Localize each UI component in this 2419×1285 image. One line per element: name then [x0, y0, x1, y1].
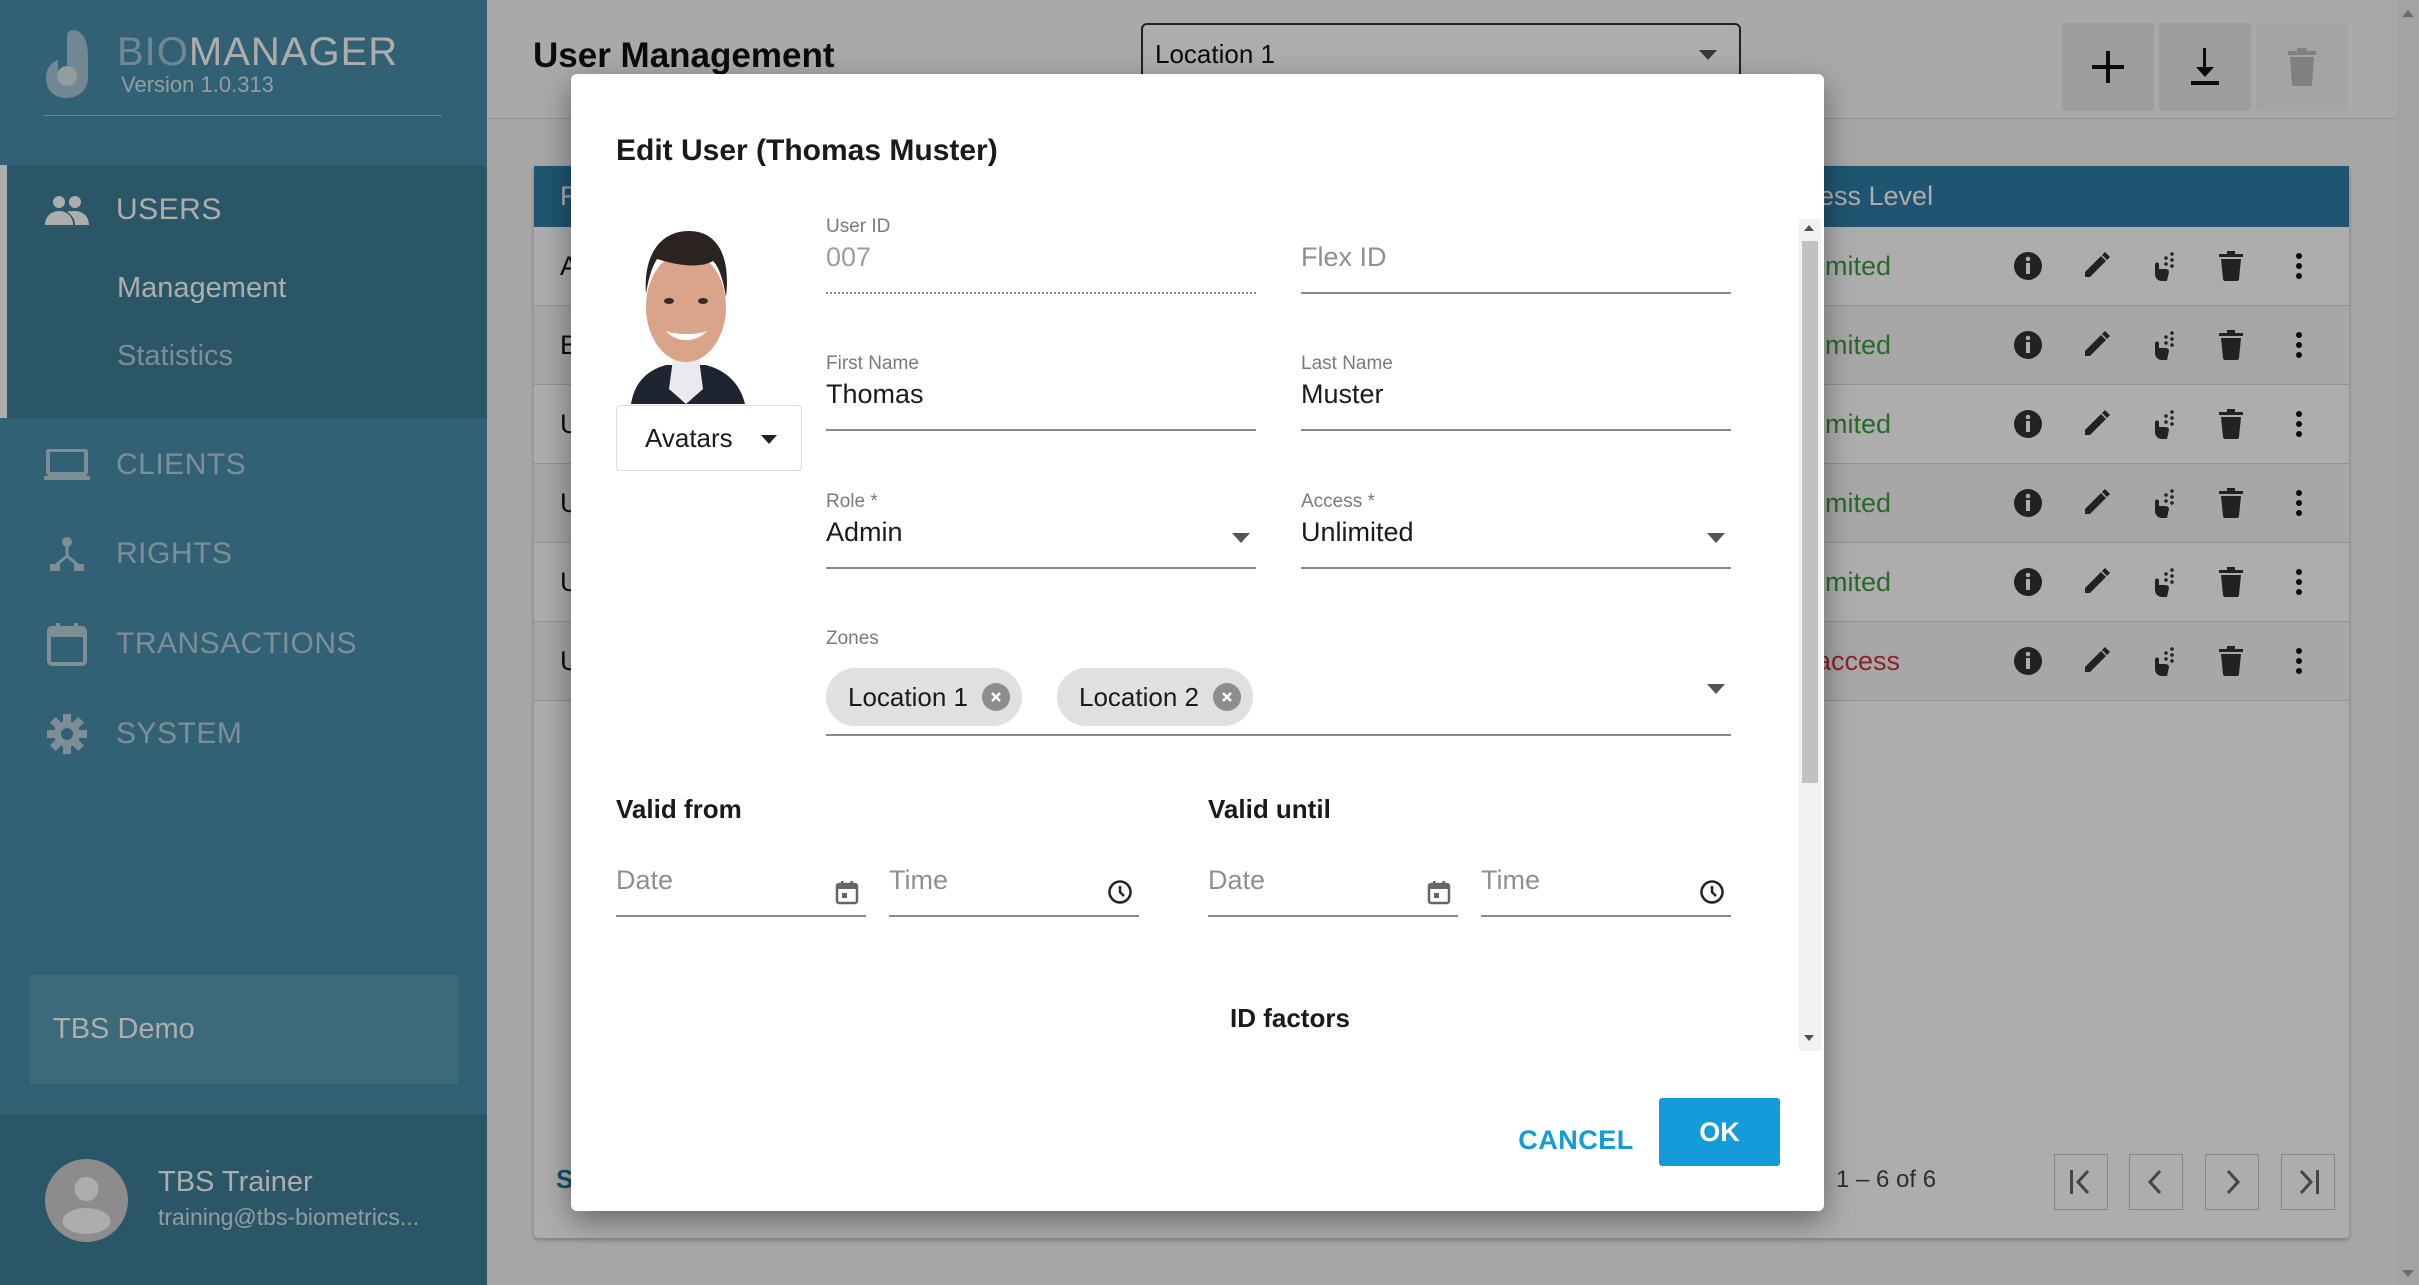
- zone-chip: Location 1: [826, 668, 1022, 726]
- access-underline: [1301, 567, 1731, 569]
- chevron-down-icon: [1707, 533, 1725, 543]
- remove-chip-icon[interactable]: [1212, 683, 1241, 711]
- user-id-field: User ID 007: [826, 216, 1256, 294]
- zones-label: Zones: [826, 628, 879, 649]
- zone-chip-label: Location 2: [1079, 681, 1199, 712]
- zone-chip-label: Location 1: [848, 681, 968, 712]
- first-name-value: Thomas: [826, 379, 924, 409]
- zones-underline: [826, 734, 1731, 736]
- date-underline: [616, 915, 866, 917]
- valid-from-date-field[interactable]: Date: [616, 865, 866, 917]
- avatars-dropdown[interactable]: Avatars: [616, 405, 802, 471]
- calendar-icon[interactable]: [834, 879, 860, 905]
- time-underline: [889, 915, 1139, 917]
- chevron-down-icon: [1707, 684, 1725, 694]
- chevron-down-icon: [1232, 533, 1250, 543]
- last-name-underline: [1301, 429, 1731, 431]
- user-id-label: User ID: [826, 216, 891, 237]
- access-label: Access *: [1301, 491, 1375, 512]
- time-underline: [1481, 915, 1731, 917]
- last-name-label: Last Name: [1301, 353, 1393, 374]
- scroll-down-icon[interactable]: [1804, 1035, 1814, 1041]
- calendar-icon[interactable]: [1426, 879, 1452, 905]
- last-name-field[interactable]: Last Name Muster: [1301, 353, 1731, 431]
- user-id-value: 007: [826, 242, 872, 272]
- scroll-up-icon[interactable]: [1804, 225, 1814, 231]
- access-select[interactable]: Access * Unlimited: [1301, 491, 1731, 569]
- time-placeholder: Time: [889, 865, 948, 895]
- valid-until-date-field[interactable]: Date: [1208, 865, 1458, 917]
- flex-id-placeholder: Flex ID: [1301, 242, 1387, 272]
- clock-icon[interactable]: [1699, 879, 1725, 905]
- valid-until-heading: Valid until: [1208, 794, 1331, 824]
- date-underline: [1208, 915, 1458, 917]
- cancel-button[interactable]: CANCEL: [1491, 1109, 1661, 1171]
- role-value: Admin: [826, 517, 903, 547]
- flex-id-underline: [1301, 292, 1731, 294]
- avatars-dropdown-label: Avatars: [645, 422, 733, 453]
- access-value: Unlimited: [1301, 517, 1414, 547]
- first-name-underline: [826, 429, 1256, 431]
- caret-down-icon: [761, 435, 777, 444]
- role-label: Role *: [826, 491, 878, 512]
- zone-chip: Location 2: [1057, 668, 1253, 726]
- last-name-value: Muster: [1301, 379, 1384, 409]
- dialog-scrollbar[interactable]: [1799, 219, 1821, 1051]
- valid-from-time-field[interactable]: Time: [889, 865, 1139, 917]
- first-name-field[interactable]: First Name Thomas: [826, 353, 1256, 431]
- ok-button[interactable]: OK: [1659, 1098, 1780, 1166]
- scrollbar-thumb[interactable]: [1802, 241, 1818, 783]
- user-photo: [631, 231, 745, 404]
- date-placeholder: Date: [1208, 865, 1266, 895]
- role-select[interactable]: Role * Admin: [826, 491, 1256, 569]
- role-underline: [826, 567, 1256, 569]
- first-name-label: First Name: [826, 353, 919, 374]
- valid-until-time-field[interactable]: Time: [1481, 865, 1731, 917]
- dialog-title: Edit User (Thomas Muster): [616, 134, 998, 167]
- id-factors-heading: ID factors: [1230, 1003, 1350, 1033]
- remove-chip-icon[interactable]: [981, 683, 1010, 711]
- zones-select[interactable]: Zones Location 1 Location 2: [826, 628, 1731, 736]
- time-placeholder: Time: [1481, 865, 1540, 895]
- date-placeholder: Date: [616, 865, 674, 895]
- valid-from-heading: Valid from: [616, 794, 742, 824]
- edit-user-dialog: Edit User (Thomas Muster) Avatars User I…: [571, 74, 1824, 1211]
- clock-icon[interactable]: [1107, 879, 1133, 905]
- user-id-underline: [826, 292, 1256, 294]
- flex-id-field[interactable]: Flex ID: [1301, 216, 1731, 294]
